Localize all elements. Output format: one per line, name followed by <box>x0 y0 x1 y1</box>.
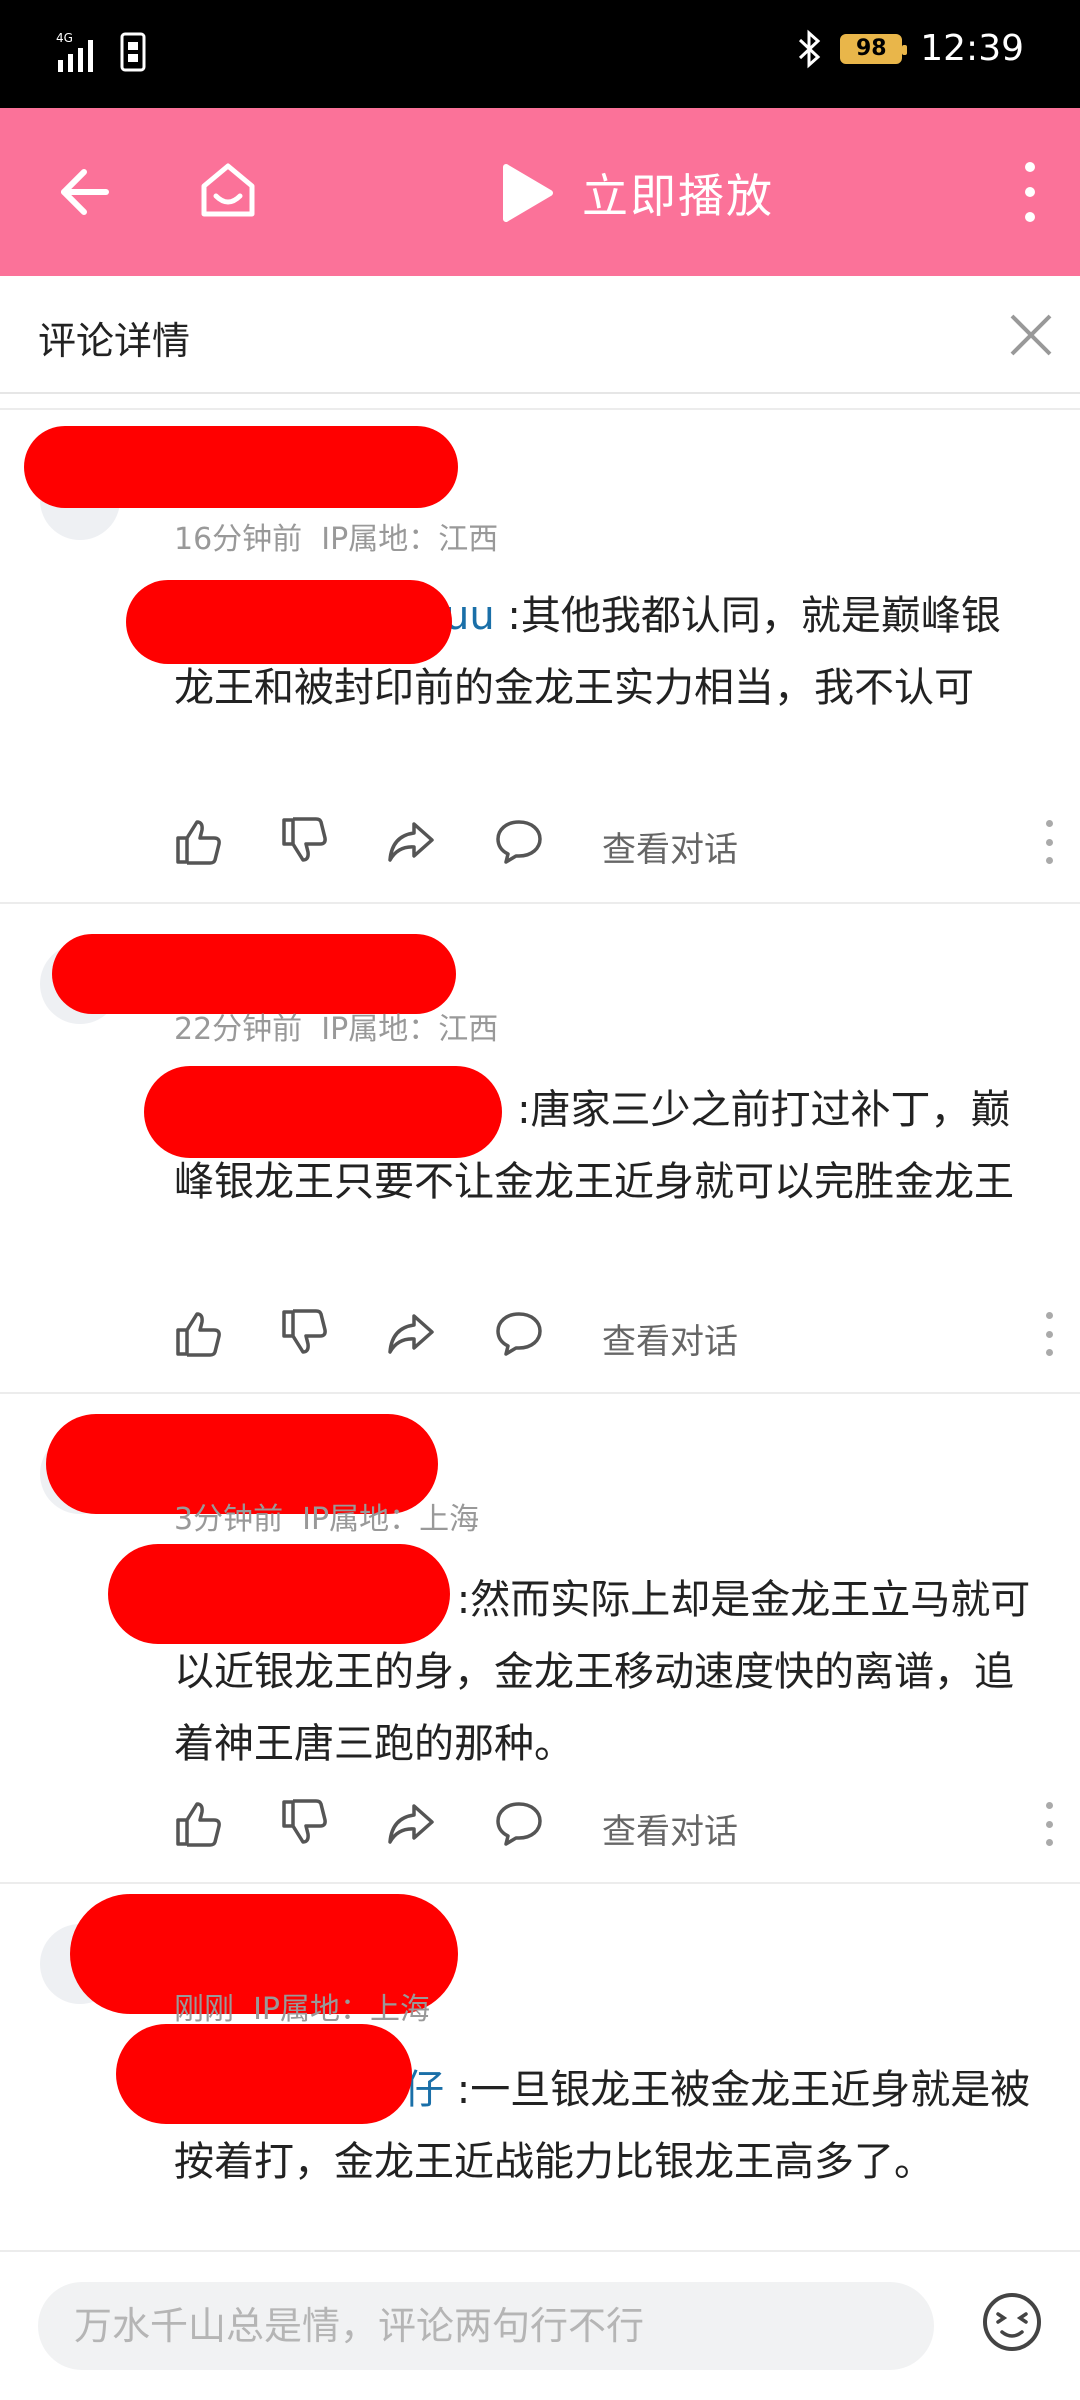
comment-actions: 查看对话 <box>174 816 1054 876</box>
ip-location: IP属地：江西 <box>321 1012 499 1047</box>
status-left: 4G <box>56 30 146 74</box>
ip-location: IP属地：江西 <box>321 522 499 557</box>
redacted-username <box>52 934 456 1014</box>
thumbs-down-icon[interactable] <box>280 816 330 866</box>
comment-actions: 查看对话 <box>174 1798 1054 1858</box>
share-icon[interactable] <box>386 816 436 866</box>
share-icon[interactable] <box>386 1308 436 1358</box>
chat-bubble-icon[interactable] <box>494 816 544 866</box>
share-icon[interactable] <box>386 1798 436 1848</box>
comment-meta: 16分钟前 IP属地：江西 <box>174 514 498 558</box>
thumbs-down-icon[interactable] <box>280 1308 330 1358</box>
comment-time: 22分钟前 <box>174 1012 303 1047</box>
comment-detail-header: 评论详情 <box>0 276 1080 394</box>
comment-item: 16分钟前 IP属地：江西 uu :其他我都认同，就是巅峰银龙王和被封印前的金龙… <box>0 410 1080 904</box>
app-bar: 立即播放 <box>0 108 1080 276</box>
close-icon[interactable] <box>1006 310 1056 360</box>
chat-bubble-icon[interactable] <box>494 1798 544 1848</box>
comment-input-bar: 万水千山总是情，评论两句行不行 <box>0 2250 1080 2400</box>
sim-icon <box>120 32 146 72</box>
battery-indicator: 98 <box>840 33 908 64</box>
comment-time: 刚刚 <box>174 1992 234 2027</box>
chat-bubble-icon[interactable] <box>494 1308 544 1358</box>
emoji-icon[interactable] <box>980 2290 1044 2354</box>
svg-text:4G: 4G <box>56 31 73 45</box>
redacted-mention <box>116 2024 412 2124</box>
thumbs-up-icon[interactable] <box>174 816 224 866</box>
view-dialog-link[interactable]: 查看对话 <box>602 1804 738 1853</box>
ip-location: IP属地：上海 <box>302 1502 480 1537</box>
comment-meta: 22分钟前 IP属地：江西 <box>174 1004 498 1048</box>
redacted-mention <box>144 1066 502 1158</box>
thumbs-down-icon[interactable] <box>280 1798 330 1848</box>
ip-location: IP属地：上海 <box>253 1992 431 2027</box>
comment-meta: 刚刚 IP属地：上海 <box>174 1984 430 2028</box>
play-icon <box>503 164 553 222</box>
status-bar: 4G 98 12:39 <box>0 0 1080 108</box>
comment-actions: 查看对话 <box>174 1308 1054 1368</box>
more-vertical-icon[interactable] <box>1044 1802 1054 1846</box>
thumbs-up-icon[interactable] <box>174 1308 224 1358</box>
comment-time: 3分钟前 <box>174 1502 284 1537</box>
clock: 12:39 <box>920 28 1024 69</box>
comment-item: 22分钟前 IP属地：江西 u :唐家三少之前打过补丁，巅峰银龙王只要不让金龙王… <box>0 904 1080 1394</box>
play-now-label: 立即播放 <box>582 169 774 223</box>
redacted-mention <box>108 1544 450 1644</box>
more-vertical-icon[interactable] <box>1020 162 1040 222</box>
comment-item: 刚刚 IP属地：上海 仔 :一旦银龙王被金龙王近身就是被按着打，金龙王近战能力比… <box>0 1884 1080 2250</box>
redacted-mention <box>126 580 452 664</box>
view-dialog-link[interactable]: 查看对话 <box>602 1314 738 1363</box>
comment-input[interactable]: 万水千山总是情，评论两句行不行 <box>38 2282 934 2370</box>
play-now-button[interactable]: 立即播放 <box>498 160 774 226</box>
comment-meta: 3分钟前 IP属地：上海 <box>174 1494 479 1538</box>
page-title: 评论详情 <box>38 319 191 363</box>
arrow-left-icon[interactable] <box>54 162 114 222</box>
comment-item: 3分钟前 IP属地：上海 :然而实际上却是金龙王立马就可以近银龙王的身，金龙王移… <box>0 1394 1080 1884</box>
status-right: 98 12:39 <box>796 28 1024 69</box>
more-vertical-icon[interactable] <box>1044 1312 1054 1356</box>
signal-icon: 4G <box>56 31 93 72</box>
redacted-username <box>24 426 458 508</box>
bluetooth-icon <box>799 29 821 68</box>
tv-home-icon[interactable] <box>196 158 260 222</box>
more-vertical-icon[interactable] <box>1044 820 1054 864</box>
thumbs-up-icon[interactable] <box>174 1798 224 1848</box>
view-dialog-link[interactable]: 查看对话 <box>602 822 738 871</box>
comment-time: 16分钟前 <box>174 522 303 557</box>
